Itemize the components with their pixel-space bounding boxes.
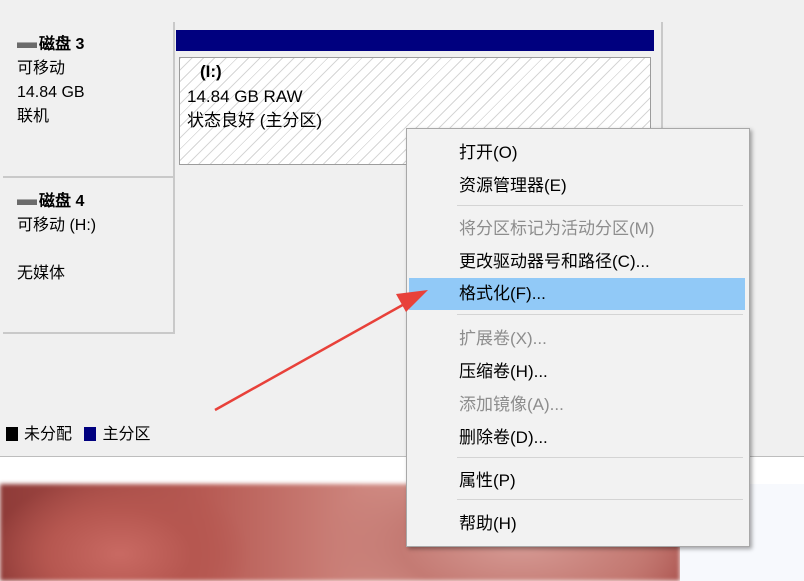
menu-item-label: 资源管理器(E) — [459, 176, 567, 195]
menu-item-delete-volume[interactable]: 删除卷(D)... — [409, 422, 745, 454]
menu-separator — [457, 457, 743, 458]
menu-item-label: 压缩卷(H)... — [459, 362, 548, 381]
menu-item-extend-volume[interactable]: 扩展卷(X)... — [409, 323, 745, 355]
disk-3-name: 磁盘 3 — [39, 36, 85, 53]
menu-item-format[interactable]: 格式化(F)... — [409, 278, 745, 310]
menu-item-label: 格式化(F)... — [459, 284, 546, 303]
disk-3-info[interactable]: 磁盘 3 可移动 14.84 GB 联机 — [3, 22, 175, 178]
disk-3-type: 可移动 — [17, 60, 66, 77]
disk-3-status: 联机 — [17, 108, 50, 125]
menu-item-label: 打开(O) — [459, 143, 518, 162]
menu-item-help[interactable]: 帮助(H) — [409, 508, 745, 540]
legend-primary: 主分区 — [102, 426, 151, 443]
menu-item-label: 更改驱动器号和路径(C)... — [459, 252, 650, 271]
menu-separator — [457, 205, 743, 206]
menu-item-label: 扩展卷(X)... — [459, 329, 547, 348]
disk-3-size: 14.84 GB — [17, 84, 85, 101]
drive-icon — [17, 198, 37, 205]
menu-separator — [457, 314, 743, 315]
partition-size-fs: 14.84 GB RAW — [187, 87, 303, 106]
partition-label: (I:) — [200, 62, 222, 81]
drive-icon — [17, 41, 37, 48]
disk-4-type: 可移动 (H:) — [17, 217, 97, 234]
menu-item-label: 添加镜像(A)... — [459, 395, 564, 414]
menu-item-properties[interactable]: 属性(P) — [409, 465, 745, 497]
context-menu: 打开(O) 资源管理器(E) 将分区标记为活动分区(M) 更改驱动器号和路径(C… — [406, 128, 750, 547]
menu-item-explorer[interactable]: 资源管理器(E) — [409, 170, 745, 202]
menu-item-mark-active[interactable]: 将分区标记为活动分区(M) — [409, 213, 745, 245]
unallocated-swatch — [6, 427, 18, 441]
menu-item-open[interactable]: 打开(O) — [409, 137, 745, 169]
disk-4-media: 无媒体 — [17, 265, 66, 282]
partition-status: 状态良好 (主分区) — [187, 111, 323, 130]
menu-item-change-drive-letter[interactable]: 更改驱动器号和路径(C)... — [409, 246, 745, 278]
menu-item-shrink-volume[interactable]: 压缩卷(H)... — [409, 356, 745, 388]
menu-item-label: 属性(P) — [459, 471, 516, 490]
menu-item-label: 帮助(H) — [459, 514, 517, 533]
primary-partition-swatch — [84, 427, 97, 441]
menu-item-label: 删除卷(D)... — [459, 428, 548, 447]
disk-4-title: 磁盘 4 — [17, 190, 84, 214]
disk-4-info[interactable]: 磁盘 4 可移动 (H:) 无媒体 — [3, 178, 175, 334]
legend: 未分配 主分区 — [6, 423, 150, 447]
menu-separator — [457, 499, 743, 500]
menu-item-label: 将分区标记为活动分区(M) — [459, 219, 655, 238]
menu-item-add-mirror[interactable]: 添加镜像(A)... — [409, 389, 745, 421]
legend-unallocated: 未分配 — [24, 426, 73, 443]
disk-3-title: 磁盘 3 — [17, 33, 84, 57]
partition-header-bar — [176, 30, 654, 51]
disk-4-name: 磁盘 4 — [39, 193, 85, 210]
